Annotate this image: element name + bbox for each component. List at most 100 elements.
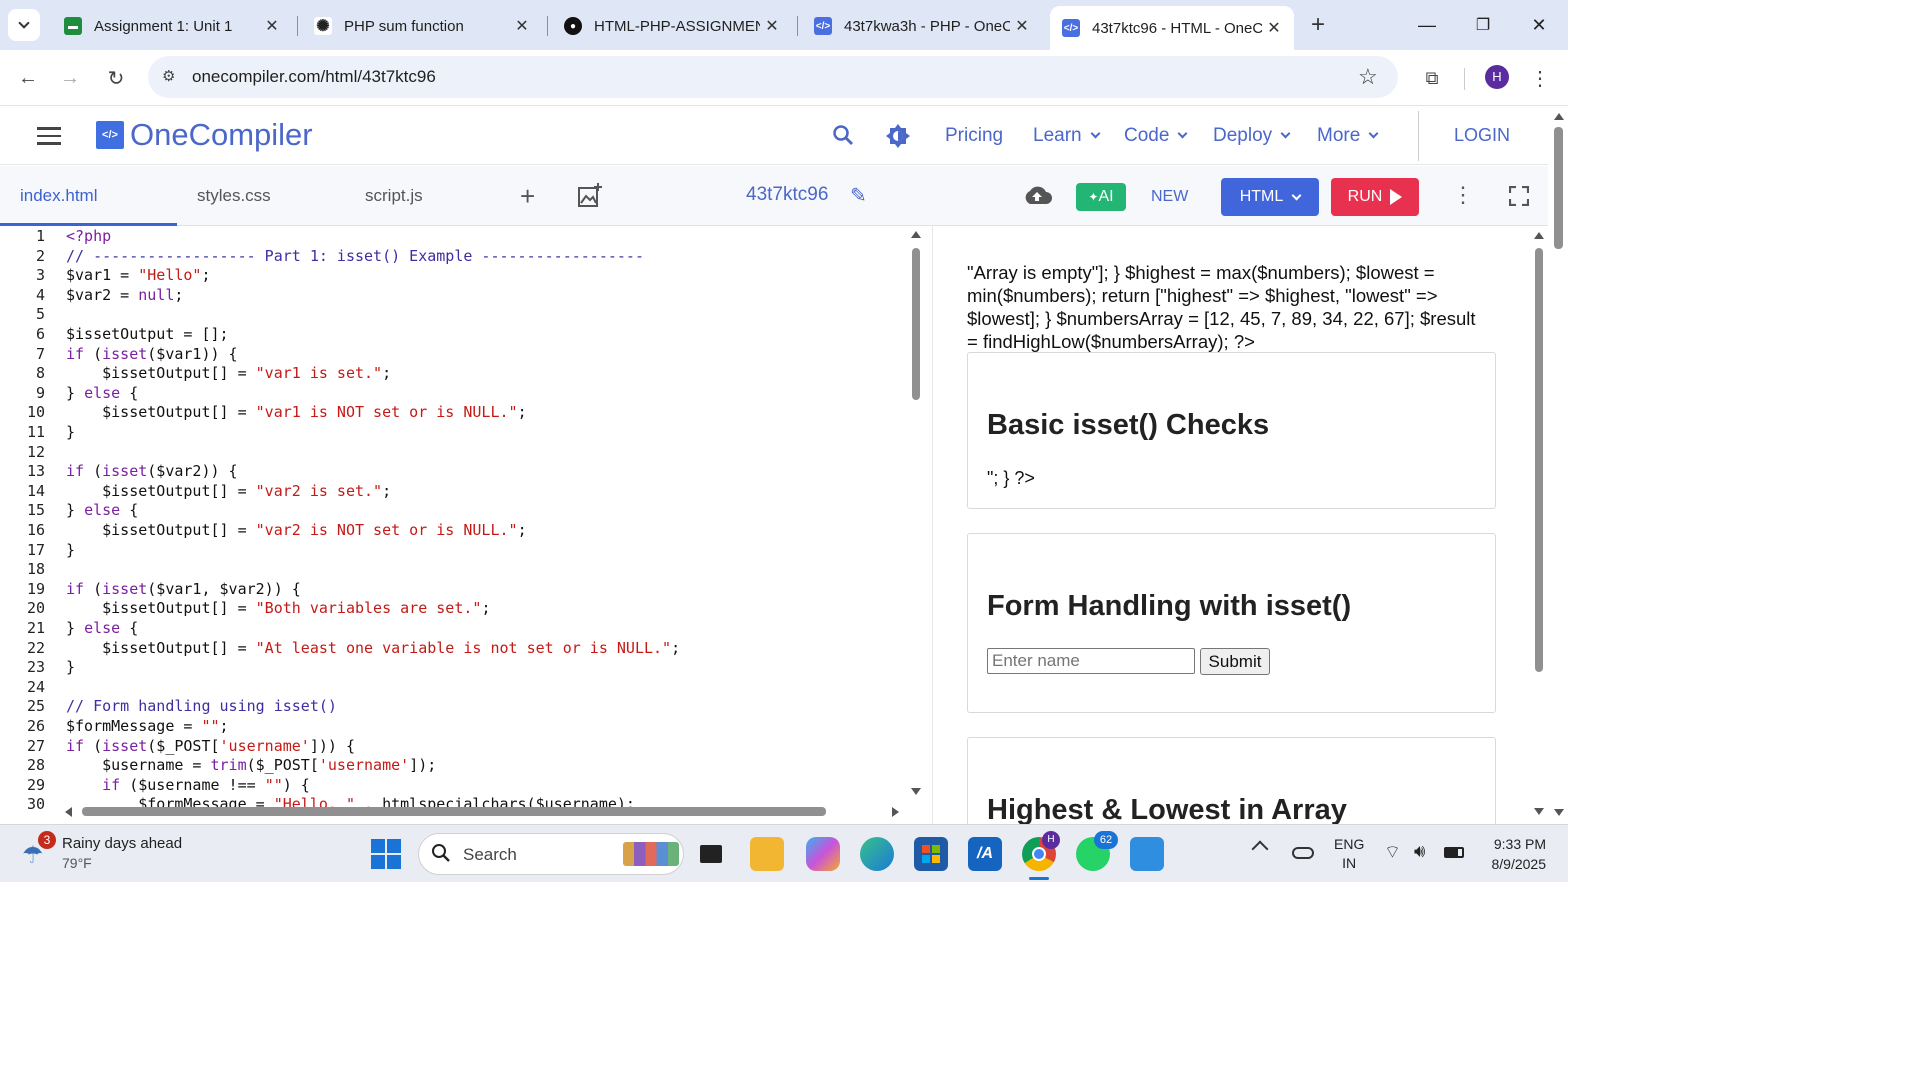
line-number: 24 — [26, 677, 45, 696]
tab-search-button[interactable] — [8, 9, 40, 41]
browser-tab[interactable]: ▬ Assignment 1: Unit 1 ✕ — [52, 8, 292, 44]
url-text[interactable]: onecompiler.com/html/43t7ktc96 — [192, 67, 436, 87]
new-tab-button[interactable]: + — [1304, 12, 1332, 40]
taskbar-search-box[interactable]: Search — [418, 833, 684, 875]
close-tab-icon[interactable]: ✕ — [1262, 18, 1286, 38]
extensions-icon[interactable]: ⧉ — [1416, 62, 1448, 94]
close-tab-icon[interactable]: ✕ — [260, 16, 284, 36]
file-explorer-icon[interactable] — [750, 837, 784, 871]
code-text: $issetOutput[] = "var1 is set."; — [66, 364, 392, 383]
page-vertical-scrollbar[interactable] — [1550, 107, 1568, 824]
upload-cloud-icon[interactable] — [1022, 184, 1052, 206]
code-menu[interactable]: Code — [1124, 125, 1188, 147]
code-text: } — [66, 658, 76, 677]
vs-code-icon[interactable]: /A — [968, 837, 1002, 871]
line-number: 27 — [26, 736, 45, 755]
onedrive-icon[interactable] — [1292, 847, 1314, 859]
theme-toggle-icon[interactable] — [885, 123, 911, 149]
browser-tab[interactable]: ✺ PHP sum function ✕ — [302, 8, 542, 44]
back-button[interactable]: ← — [12, 62, 44, 94]
line-number: 13 — [26, 462, 45, 481]
file-tab-script-js[interactable]: script.js — [365, 186, 423, 206]
clock[interactable]: 9:33 PM 8/9/2025 — [1480, 834, 1547, 874]
chrome-icon[interactable]: H — [1022, 831, 1060, 871]
output-vertical-scrollbar[interactable] — [1532, 226, 1546, 824]
project-name[interactable]: 43t7ktc96 — [746, 184, 828, 206]
file-tab-index-html[interactable]: index.html — [20, 186, 97, 206]
close-tab-icon[interactable]: ✕ — [760, 16, 784, 36]
wifi-icon[interactable]: ⌔ — [1384, 841, 1401, 864]
code-text: if (isset($var1, $var2)) { — [66, 579, 301, 598]
line-number: 17 — [26, 540, 45, 559]
browser-tab[interactable]: </> 43t7kwa3h - PHP - OneC ✕ — [802, 8, 1042, 44]
close-tab-icon[interactable]: ✕ — [510, 16, 534, 36]
new-button[interactable]: NEW — [1151, 188, 1188, 206]
code-text: $issetOutput = []; — [66, 325, 229, 343]
add-image-icon[interactable] — [577, 182, 603, 208]
ai-button[interactable]: ✦AI — [1076, 183, 1126, 211]
more-options-icon[interactable]: ⋮ — [1452, 182, 1474, 208]
submit-button[interactable]: Submit — [1200, 648, 1270, 675]
line-number: 8 — [35, 364, 45, 383]
close-tab-icon[interactable]: ✕ — [1010, 16, 1034, 36]
whatsapp-icon[interactable]: 62 — [1076, 831, 1118, 871]
line-number: 18 — [26, 560, 45, 579]
bookmark-star-icon[interactable]: ☆ — [1358, 64, 1378, 90]
books-icon — [623, 842, 679, 866]
more-menu[interactable]: More — [1317, 125, 1379, 147]
omnibox[interactable]: ⚙ onecompiler.com/html/43t7ktc96 ☆ — [148, 56, 1398, 98]
run-button[interactable]: RUN — [1331, 178, 1419, 216]
name-input[interactable] — [987, 648, 1195, 674]
profile-badge: H — [1042, 831, 1060, 849]
fullscreen-icon[interactable] — [1508, 185, 1530, 207]
notepad-icon[interactable] — [1130, 837, 1164, 871]
card-text: "; } ?> — [987, 468, 1035, 488]
battery-icon[interactable] — [1444, 847, 1464, 858]
search-icon[interactable] — [832, 124, 854, 146]
close-window-button[interactable]: ✕ — [1516, 10, 1562, 40]
file-tab-styles-css[interactable]: styles.css — [197, 186, 271, 206]
browser-tab-active[interactable]: </> 43t7ktc96 - HTML - OneC ✕ — [1050, 6, 1294, 50]
site-info-icon[interactable]: ⚙ — [162, 67, 175, 85]
browser-tab-strip: ▬ Assignment 1: Unit 1 ✕ ✺ PHP sum funct… — [0, 0, 1568, 50]
browser-menu-icon[interactable]: ⋮ — [1524, 62, 1556, 94]
restore-window-button[interactable]: ❐ — [1460, 10, 1506, 40]
copilot-icon[interactable] — [806, 837, 840, 871]
logo-text: OneCompiler — [130, 117, 313, 152]
editor-vertical-scrollbar[interactable] — [908, 226, 924, 808]
output-preview[interactable]: "Array is empty"]; } $highest = max($num… — [932, 226, 1532, 824]
learn-menu[interactable]: Learn — [1033, 125, 1101, 147]
code-text: $formMessage = ""; — [66, 717, 229, 735]
line-number: 22 — [26, 638, 45, 657]
hamburger-menu-icon[interactable] — [37, 127, 61, 145]
microsoft-store-icon[interactable] — [914, 837, 948, 871]
edge-icon[interactable] — [860, 837, 894, 871]
volume-icon[interactable]: 🔊︎ — [1414, 841, 1425, 862]
windows-start-icon[interactable] — [371, 839, 401, 869]
line-number: 14 — [26, 481, 45, 500]
editor-horizontal-scrollbar[interactable] — [60, 804, 908, 820]
language-indicator[interactable]: ENG IN — [1334, 835, 1364, 873]
add-file-icon[interactable]: + — [520, 181, 535, 212]
line-number: 16 — [26, 521, 45, 539]
edit-pencil-icon[interactable]: ✎ — [850, 183, 867, 208]
code-editor[interactable]: 1 <?php 2 // ------------------ Part 1: iss… — [0, 226, 925, 824]
login-link[interactable]: LOGIN — [1454, 125, 1510, 146]
classroom-icon: ▬ — [64, 17, 82, 35]
pricing-link[interactable]: Pricing — [945, 125, 1003, 147]
show-hidden-icons[interactable] — [1251, 840, 1269, 858]
code-text: } else { — [66, 383, 139, 402]
browser-tab[interactable]: ● HTML-PHP-ASSIGNMEN ✕ — [552, 8, 792, 44]
line-number: 11 — [26, 423, 45, 441]
task-view-icon[interactable] — [694, 837, 728, 871]
forward-button[interactable]: → — [54, 62, 86, 94]
language-select[interactable]: HTML — [1221, 178, 1319, 216]
profile-avatar[interactable]: H — [1485, 65, 1509, 89]
onecompiler-icon: </> — [1062, 19, 1080, 37]
reload-button[interactable]: ↻ — [100, 62, 132, 94]
weather-widget[interactable]: ☂ 3 Rainy days ahead 79°F — [20, 831, 220, 877]
minimize-window-button[interactable]: — — [1404, 10, 1450, 40]
onecompiler-logo[interactable]: </> OneCompiler — [96, 117, 313, 152]
deploy-menu[interactable]: Deploy — [1213, 125, 1291, 147]
line-number: 2 — [35, 246, 45, 265]
